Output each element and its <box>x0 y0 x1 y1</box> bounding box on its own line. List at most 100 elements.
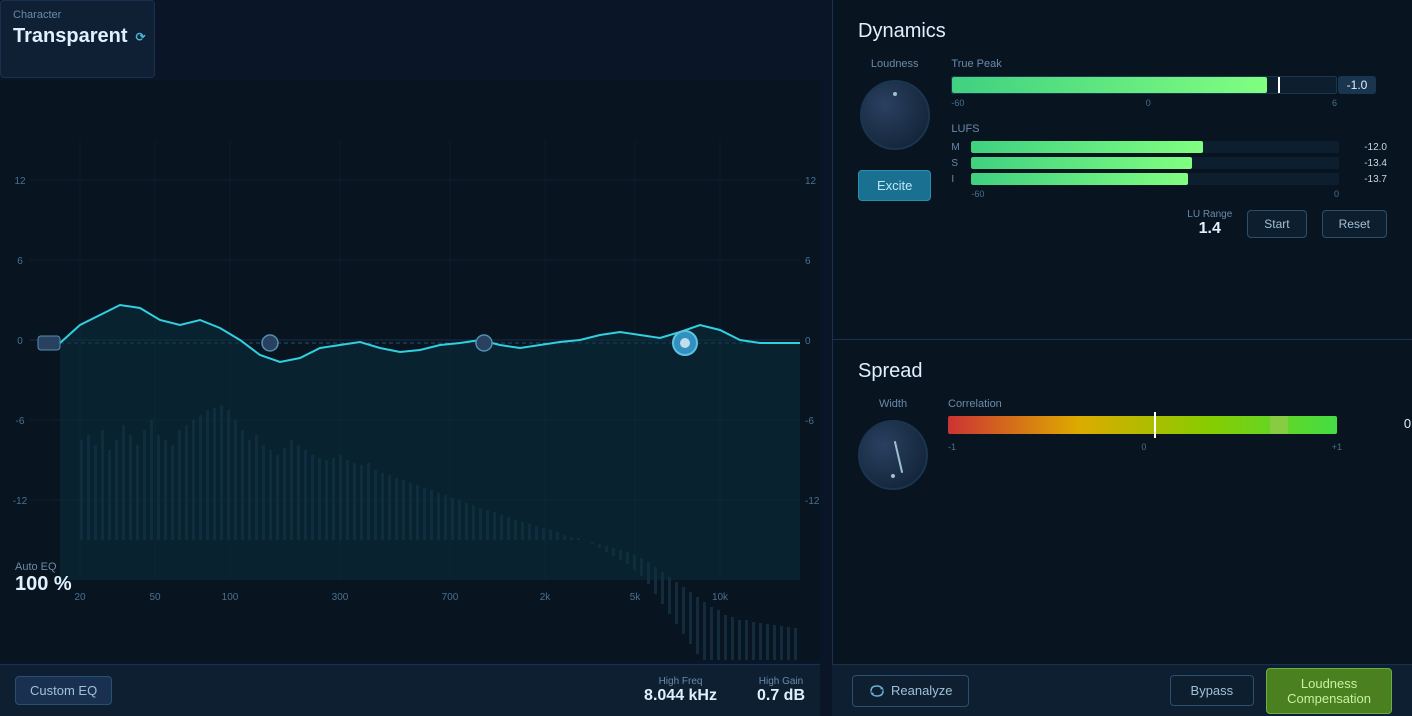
correlation-value: 0.7 <box>1404 416 1412 431</box>
true-peak-section: True Peak -1.0 -60 0 6 <box>951 58 1387 108</box>
lufs-m-ch: M <box>951 142 963 153</box>
tp-scale-mid: 0 <box>1146 98 1151 108</box>
svg-text:100: 100 <box>222 592 239 603</box>
true-peak-scale: -60 0 6 <box>951 98 1387 108</box>
auto-eq-label: Auto EQ <box>15 561 72 573</box>
svg-text:10k: 10k <box>712 592 729 603</box>
correlation-indicator <box>1270 416 1288 434</box>
lufs-i-fill <box>971 173 1188 185</box>
character-arrow-icon[interactable]: ⟳ <box>135 30 145 44</box>
true-peak-bar: -1.0 <box>951 76 1337 94</box>
bottom-bar: Custom EQ High Freq 8.044 kHz High Gain … <box>0 664 820 716</box>
true-peak-marker <box>1278 77 1280 93</box>
svg-text:-12: -12 <box>805 496 820 507</box>
svg-text:50: 50 <box>149 592 161 603</box>
corr-scale-mid: 0 <box>1141 442 1146 452</box>
svg-text:5k: 5k <box>630 592 642 603</box>
tp-scale-max: 6 <box>1332 98 1337 108</box>
correlation-bar <box>948 416 1337 434</box>
custom-eq-button[interactable]: Custom EQ <box>15 676 112 705</box>
lufs-scale-min: -60 <box>971 189 984 199</box>
corr-scale-max: +1 <box>1332 442 1342 452</box>
lufs-scale: -60 0 <box>951 189 1387 199</box>
reset-button[interactable]: Reset <box>1322 210 1387 238</box>
lufs-section: LUFS M -12.0 S -13.4 <box>951 123 1387 199</box>
width-area: Width <box>858 398 928 490</box>
tp-scale-min: -60 <box>951 98 964 108</box>
character-value: Transparent ⟳ <box>13 25 142 48</box>
svg-text:-6: -6 <box>805 416 814 427</box>
bottom-info: High Freq 8.044 kHz High Gain 0.7 dB <box>644 676 805 705</box>
lu-range-area: LU Range 1.4 Start Reset <box>951 209 1387 238</box>
reanalyze-label: Reanalyze <box>891 683 952 698</box>
character-panel: Character Transparent ⟳ <box>0 0 155 78</box>
loudness-compensation-button[interactable]: LoudnessCompensation <box>1266 668 1392 714</box>
dynamics-content: Loudness Excite True Peak -1.0 <box>858 58 1387 238</box>
spread-title: Spread <box>858 360 1387 383</box>
lufs-m-row: M -12.0 <box>951 141 1387 153</box>
character-label: Character <box>13 9 142 21</box>
svg-text:300: 300 <box>332 592 349 603</box>
lufs-s-ch: S <box>951 158 963 169</box>
auto-eq-section: Auto EQ 100 % <box>15 561 72 596</box>
high-gain-label: High Gain <box>757 676 805 687</box>
reanalyze-icon <box>869 683 885 699</box>
start-button[interactable]: Start <box>1247 210 1306 238</box>
corr-scale-min: -1 <box>948 442 956 452</box>
lufs-i-bar <box>971 173 1339 185</box>
lufs-s-row: S -13.4 <box>951 157 1387 169</box>
true-peak-value: -1.0 <box>1338 76 1376 94</box>
svg-text:2k: 2k <box>540 592 552 603</box>
lu-range-block: LU Range 1.4 <box>1187 209 1232 238</box>
lufs-label: LUFS <box>951 123 1387 135</box>
loudness-label: Loudness <box>871 58 919 70</box>
right-bottom-bar: Reanalyze Bypass LoudnessCompensation <box>832 664 1412 716</box>
spread-content: Width Correlation 0.7 <box>858 398 1387 490</box>
svg-text:12: 12 <box>805 176 817 187</box>
meters-area: True Peak -1.0 -60 0 6 <box>951 58 1387 238</box>
true-peak-label: True Peak <box>951 58 1387 70</box>
lufs-m-bar <box>971 141 1339 153</box>
lufs-scale-max: 0 <box>1334 189 1339 199</box>
svg-text:-12: -12 <box>13 496 28 507</box>
lu-range-label: LU Range <box>1187 209 1232 220</box>
svg-text:20: 20 <box>74 592 86 603</box>
loudness-knob[interactable] <box>860 80 930 150</box>
svg-text:6: 6 <box>17 256 23 267</box>
svg-text:0: 0 <box>805 336 811 347</box>
dynamics-title: Dynamics <box>858 20 1387 43</box>
right-panel: Dynamics Loudness Excite True Peak <box>832 0 1412 716</box>
correlation-label: Correlation <box>948 398 1387 410</box>
svg-text:-6: -6 <box>16 416 25 427</box>
high-freq-block: High Freq 8.044 kHz <box>644 676 717 705</box>
excite-button[interactable]: Excite <box>858 170 931 201</box>
dynamics-section: Dynamics Loudness Excite True Peak <box>833 0 1412 340</box>
width-knob[interactable] <box>858 420 928 490</box>
loudness-area: Loudness Excite <box>858 58 931 238</box>
lufs-m-fill <box>971 141 1203 153</box>
lufs-m-val: -12.0 <box>1347 142 1387 153</box>
high-freq-label: High Freq <box>644 676 717 687</box>
knob-indicator <box>893 92 897 96</box>
high-gain-block: High Gain 0.7 dB <box>757 676 805 705</box>
svg-text:0: 0 <box>17 336 23 347</box>
spread-section: Spread Width Correlation <box>833 340 1412 620</box>
reanalyze-button[interactable]: Reanalyze <box>852 675 969 707</box>
high-freq-value: 8.044 kHz <box>644 687 717 705</box>
true-peak-fill <box>952 77 1267 93</box>
correlation-area: Correlation 0.7 -1 0 +1 <box>948 398 1387 490</box>
lufs-i-ch: I <box>951 174 963 185</box>
lufs-s-fill <box>971 157 1192 169</box>
lc-label: LoudnessCompensation <box>1287 676 1371 706</box>
eq-display: 12 6 0 -6 -12 12 6 0 -6 -12 20 50 100 30… <box>0 80 820 660</box>
lu-range-value: 1.4 <box>1187 220 1232 238</box>
character-text: Transparent <box>13 25 127 48</box>
high-gain-value: 0.7 dB <box>757 687 805 705</box>
bypass-button[interactable]: Bypass <box>1170 675 1255 706</box>
lufs-i-row: I -13.7 <box>951 173 1387 185</box>
svg-text:6: 6 <box>805 256 811 267</box>
svg-text:12: 12 <box>14 176 26 187</box>
lufs-i-val: -13.7 <box>1347 174 1387 185</box>
correlation-scale: -1 0 +1 <box>948 442 1387 452</box>
correlation-center-marker <box>1154 412 1156 438</box>
